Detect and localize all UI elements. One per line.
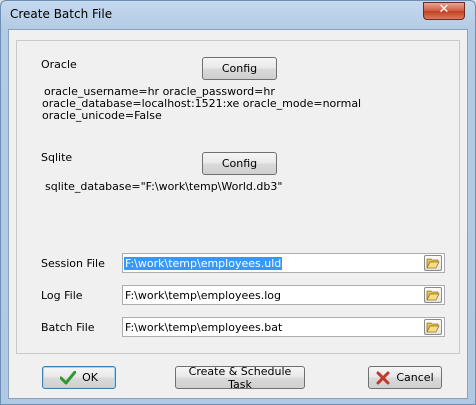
dialog-client-area: Oracle Config oracle_username=hr oracle_… — [8, 29, 468, 399]
oracle-heading: Oracle — [41, 58, 77, 71]
batch-file-value: F:\work\temp\employees.bat — [125, 321, 283, 334]
sqlite-config-button[interactable]: Config — [202, 152, 277, 175]
oracle-settings-line-3: oracle_unicode=False — [42, 109, 162, 122]
window-title: Create Batch File — [10, 7, 113, 21]
ok-button[interactable]: OK — [42, 366, 116, 389]
batch-file-browse-button[interactable] — [424, 319, 442, 335]
create-schedule-task-button[interactable]: Create & Schedule Task — [175, 364, 305, 391]
session-file-label: Session File — [41, 257, 105, 270]
session-file-browse-button[interactable] — [424, 255, 442, 271]
batch-file-field[interactable]: F:\work\temp\employees.bat — [122, 317, 445, 337]
sqlite-settings-line-1: sqlite_database="F:\work\temp\World.db3" — [45, 180, 283, 193]
create-schedule-task-label: Create & Schedule Task — [188, 364, 292, 391]
folder-open-icon — [426, 290, 440, 301]
oracle-config-button[interactable]: Config — [202, 57, 277, 80]
log-file-value: F:\work\temp\employees.log — [125, 289, 281, 302]
folder-open-icon — [426, 258, 440, 269]
batch-file-label: Batch File — [41, 321, 95, 334]
session-file-value: F:\work\temp\employees.uld — [124, 257, 283, 270]
close-icon: ✕ — [438, 2, 450, 17]
oracle-config-label: Config — [221, 62, 258, 75]
close-button[interactable]: ✕ — [423, 2, 465, 20]
folder-open-icon — [426, 322, 440, 333]
sqlite-heading: Sqlite — [41, 151, 73, 164]
cancel-button[interactable]: Cancel — [368, 366, 442, 389]
ok-label: OK — [82, 371, 98, 384]
cancel-label: Cancel — [396, 371, 434, 384]
log-file-field[interactable]: F:\work\temp\employees.log — [122, 285, 445, 305]
title-bar[interactable]: Create Batch File ✕ — [1, 1, 475, 29]
settings-group-box: Oracle Config oracle_username=hr oracle_… — [16, 40, 460, 354]
checkmark-icon — [60, 370, 77, 384]
log-file-label: Log File — [41, 289, 83, 302]
session-file-field[interactable]: F:\work\temp\employees.uld — [122, 253, 445, 273]
create-batch-file-dialog: Create Batch File ✕ Oracle Config oracle… — [0, 0, 476, 405]
log-file-browse-button[interactable] — [424, 287, 442, 303]
sqlite-config-label: Config — [221, 157, 258, 170]
x-icon — [376, 371, 390, 384]
